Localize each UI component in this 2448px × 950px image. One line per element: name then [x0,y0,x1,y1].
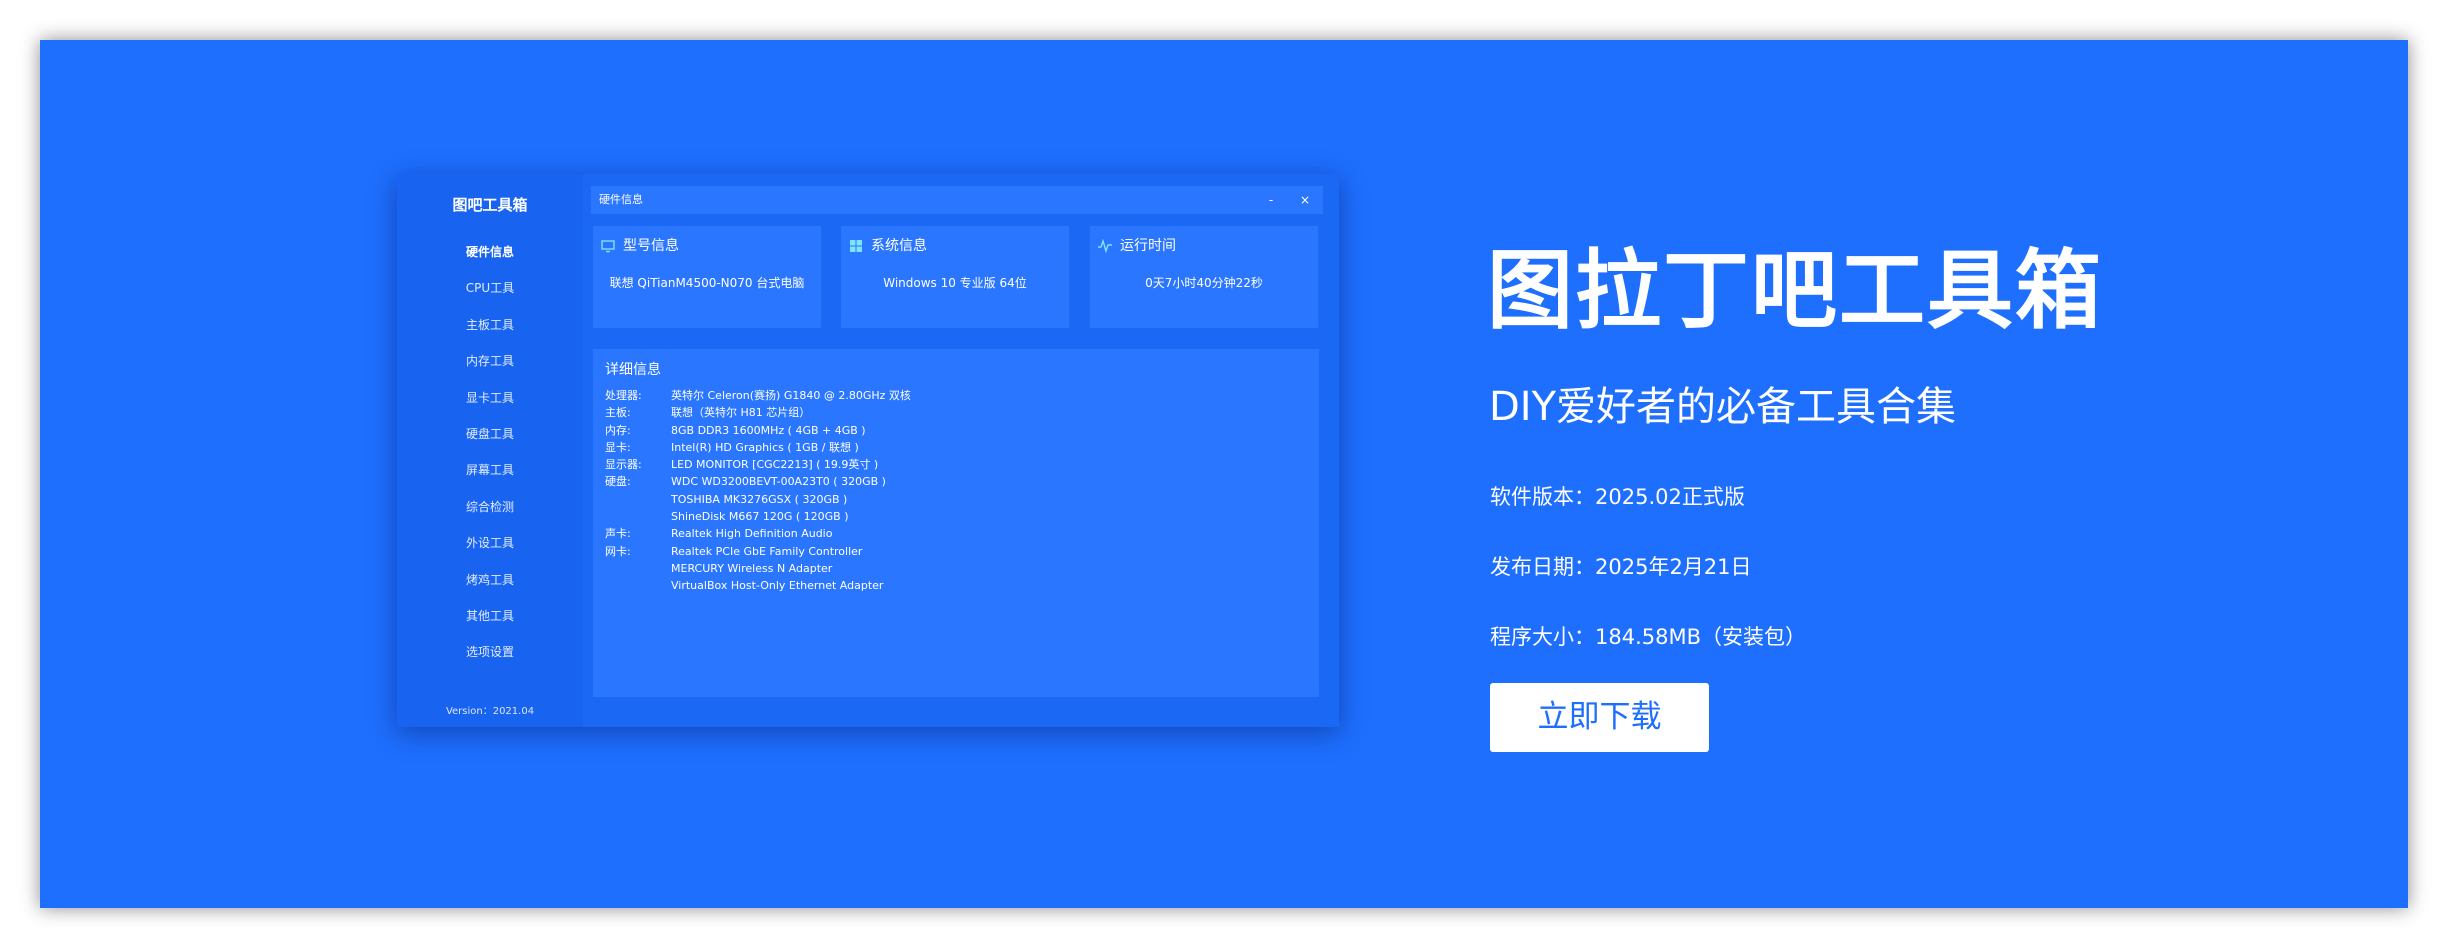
card-value: 联想 QiTianM4500-N070 台式电脑 [609,276,805,290]
detail-row: 显示器: LED MONITOR [CGC2213] ( 19.9英寸 ) [605,456,911,473]
banner: 图吧工具箱 硬件信息 CPU工具 主板工具 内存工具 显卡工具 硬盘工具 屏幕工… [40,40,2408,908]
pulse-icon [1098,238,1112,254]
detail-label: 网卡: [605,544,631,558]
detail-row: 内存: 8GB DDR3 1600MHz ( 4GB + 4GB ) [605,422,911,439]
window-title: 硬件信息 [599,193,643,206]
detail-label: 内存: [605,423,631,437]
detail-row: TOSHIBA MK3276GSX ( 320GB ) [605,491,911,508]
card-label: 型号信息 [623,238,679,254]
app-title: 图吧工具箱 [452,196,528,214]
detail-label: 主板: [605,406,631,420]
detail-value: Realtek High Definition Audio [671,527,833,541]
detail-value: 联想（英特尔 H81 芯片组） [671,406,811,420]
sidebar-item-motherboard-tools[interactable]: 主板工具 [397,307,583,343]
card-label: 系统信息 [871,238,927,254]
detail-label: 显示器: [605,458,642,472]
window-titlebar: 硬件信息 - × [591,186,1323,214]
detail-value: WDC WD3200BEVT-00A23T0 ( 320GB ) [671,475,886,489]
detail-label [605,560,671,577]
sidebar-item-stress-tools[interactable]: 烤鸡工具 [397,562,583,598]
detail-value: ShineDisk M667 120G ( 120GB ) [671,510,849,524]
detail-label [605,508,671,525]
detail-value: VirtualBox Host-Only Ethernet Adapter [671,579,884,593]
app-version: Version：2021.04 [445,706,535,717]
detail-row: 硬盘: WDC WD3200BEVT-00A23T0 ( 320GB ) [605,473,911,490]
detail-row: 主板: 联想（英特尔 H81 芯片组） [605,404,911,421]
detail-row: 处理器: 英特尔 Celeron(赛扬) G1840 @ 2.80GHz 双核 [605,387,911,404]
detail-label: 显卡: [605,440,631,454]
detail-label: 声卡: [605,527,631,541]
sidebar-item-peripheral-tools[interactable]: 外设工具 [397,525,583,561]
content-area: 硬件信息 - × 型号信息 联想 QiTianM4500-N070 台式电脑 系… [591,186,1323,719]
detail-value: Intel(R) HD Graphics ( 1GB / 联想 ) [671,440,859,454]
detail-value: TOSHIBA MK3276GSX ( 320GB ) [671,492,848,506]
model-info-card: 型号信息 联想 QiTianM4500-N070 台式电脑 [593,226,821,328]
detail-label: 硬盘: [605,475,631,489]
card-label: 运行时间 [1120,238,1176,254]
sidebar-menu: 硬件信息 CPU工具 主板工具 内存工具 显卡工具 硬盘工具 屏幕工具 综合检测… [397,234,583,671]
detail-label: 处理器: [605,389,642,402]
detail-label [605,491,671,508]
program-size: 程序大小：184.58MB（安装包） [1490,625,1807,649]
detail-title: 详细信息 [605,362,661,378]
sidebar-item-other-tools[interactable]: 其他工具 [397,598,583,634]
sidebar-item-general-tests[interactable]: 综合检测 [397,489,583,525]
detail-row: ShineDisk M667 120G ( 120GB ) [605,508,911,525]
hero-subtitle: DIY爱好者的必备工具合集 [1489,384,1957,430]
card-value: Windows 10 专业版 64位 [883,276,1027,290]
detail-value: 英特尔 Celeron(赛扬) G1840 @ 2.80GHz 双核 [671,389,911,402]
close-button[interactable]: × [1293,186,1317,214]
detail-label [605,577,671,594]
sidebar-item-memory-tools[interactable]: 内存工具 [397,343,583,379]
sidebar-item-cpu-tools[interactable]: CPU工具 [397,270,583,306]
sidebar: 图吧工具箱 硬件信息 CPU工具 主板工具 内存工具 显卡工具 硬盘工具 屏幕工… [397,174,583,727]
sidebar-item-settings[interactable]: 选项设置 [397,634,583,670]
sidebar-item-hardware-info[interactable]: 硬件信息 [397,234,583,270]
detail-value: LED MONITOR [CGC2213] ( 19.9英寸 ) [671,458,879,472]
release-date: 发布日期：2025年2月21日 [1490,555,1752,579]
minimize-button[interactable]: - [1259,186,1283,214]
windows-icon [849,238,863,252]
detail-value: Realtek PCIe GbE Family Controller [671,544,863,558]
detail-row: 显卡: Intel(R) HD Graphics ( 1GB / 联想 ) [605,439,911,456]
detail-panel: 详细信息 处理器: 英特尔 Celeron(赛扬) G1840 @ 2.80GHz… [593,349,1319,697]
detail-value: MERCURY Wireless N Adapter [671,561,833,575]
uptime-card: 运行时间 0天7小时40分钟22秒 [1090,226,1318,328]
monitor-icon [601,238,615,253]
system-info-card: 系统信息 Windows 10 专业版 64位 [841,226,1069,328]
detail-row: MERCURY Wireless N Adapter [605,560,911,577]
software-version: 软件版本：2025.02正式版 [1490,485,1745,509]
card-value: 0天7小时40分钟22秒 [1145,276,1263,290]
detail-row: VirtualBox Host-Only Ethernet Adapter [605,577,911,594]
sidebar-item-disk-tools[interactable]: 硬盘工具 [397,416,583,452]
detail-value: 8GB DDR3 1600MHz ( 4GB + 4GB ) [671,423,866,437]
detail-rows: 处理器: 英特尔 Celeron(赛扬) G1840 @ 2.80GHz 双核 主… [605,387,911,595]
detail-row: 网卡: Realtek PCIe GbE Family Controller [605,543,911,560]
download-button[interactable]: 立即下载 [1490,683,1709,752]
sidebar-item-screen-tools[interactable]: 屏幕工具 [397,452,583,488]
app-window-preview: 图吧工具箱 硬件信息 CPU工具 主板工具 内存工具 显卡工具 硬盘工具 屏幕工… [397,174,1339,727]
hero-title: 图拉丁吧工具箱 [1487,241,2103,341]
sidebar-item-gpu-tools[interactable]: 显卡工具 [397,380,583,416]
detail-row: 声卡: Realtek High Definition Audio [605,525,911,542]
